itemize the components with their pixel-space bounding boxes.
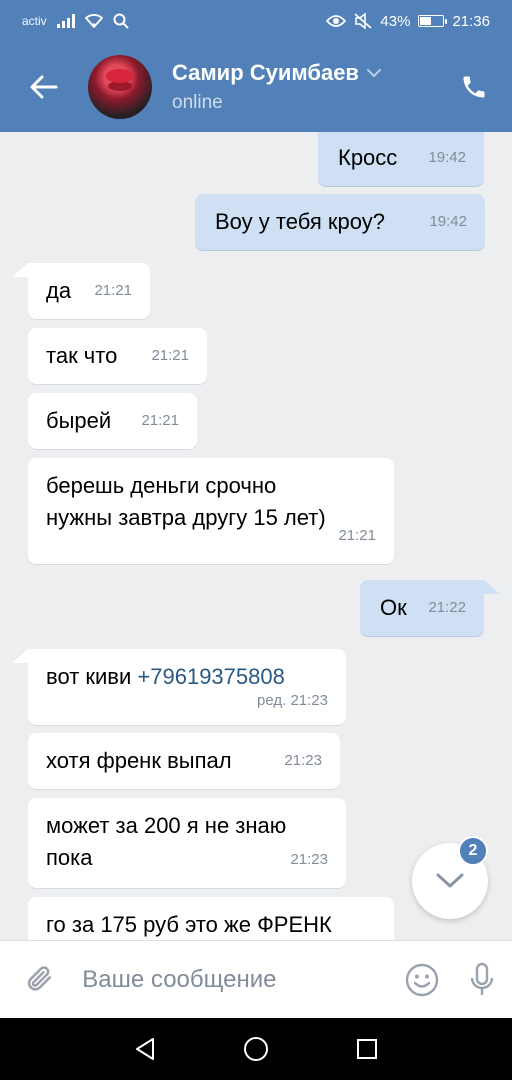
message-time: 19:42 (429, 213, 467, 230)
unread-count-badge: 2 (458, 836, 488, 866)
incoming-message[interactable]: го за 175 руб это же ФРЕНК (28, 897, 394, 940)
system-navigation-bar (0, 1018, 512, 1080)
call-button[interactable] (436, 42, 512, 132)
incoming-message[interactable]: вот киви +79619375808 ред. 21:23 (28, 649, 346, 725)
outgoing-message[interactable]: Кросс 19:42 (318, 132, 484, 186)
microphone-icon (470, 962, 494, 995)
emoji-icon (406, 963, 439, 996)
mute-icon (354, 13, 373, 29)
chevron-down-icon (436, 873, 464, 888)
carrier-label: activ (22, 14, 47, 28)
message-time: 21:22 (428, 599, 466, 616)
message-composer (0, 940, 512, 1019)
message-text: бырей (46, 408, 112, 433)
top-bar: activ 43% 21:36 Самир Суимбаев online (0, 0, 512, 132)
search-icon (113, 13, 129, 29)
battery-icon (418, 15, 448, 27)
message-input[interactable] (82, 940, 393, 1019)
message-time: 21:21 (151, 347, 189, 364)
message-text-line-2: пока (46, 845, 93, 870)
message-time: 19:42 (428, 149, 466, 166)
incoming-message[interactable]: так что 21:21 (28, 328, 207, 384)
message-text: го за 175 руб это же ФРЕНК (46, 912, 332, 937)
status-time: 21:36 (452, 12, 490, 30)
chevron-down-icon (366, 69, 381, 78)
incoming-message[interactable]: берешь деньги срочно нужны завтра другу … (28, 458, 394, 564)
attach-button[interactable] (0, 941, 82, 1019)
paperclip-icon (28, 965, 52, 991)
eye-icon (326, 14, 347, 28)
nav-back-icon[interactable] (134, 1037, 156, 1061)
message-time: 21:21 (141, 412, 179, 429)
chat-header: Самир Суимбаев online (0, 42, 512, 132)
nav-home-icon[interactable] (243, 1036, 269, 1062)
status-bar: activ 43% 21:36 (0, 0, 512, 42)
signal-icon (56, 14, 75, 28)
message-time: ред. 21:23 (257, 692, 328, 709)
back-button[interactable] (0, 42, 88, 132)
wifi-icon (84, 14, 103, 28)
message-text: да (46, 278, 72, 303)
nav-recents-icon[interactable] (356, 1038, 378, 1060)
battery-percent: 43% (380, 12, 411, 30)
incoming-message[interactable]: да 21:21 (28, 263, 150, 319)
avatar[interactable] (88, 55, 152, 119)
back-arrow-icon (30, 75, 58, 99)
message-text: так что (46, 343, 118, 368)
message-text: хотя френк выпал (46, 748, 232, 773)
message-text-line-2: нужны завтра другу 15 лет) (46, 505, 326, 530)
message-text: Ок (380, 595, 407, 620)
contact-status: online (172, 92, 223, 113)
incoming-message[interactable]: может за 200 я не знаю пока 21:23 (28, 798, 346, 888)
incoming-message[interactable]: бырей 21:21 (28, 393, 197, 449)
message-text: Кросс (338, 145, 398, 170)
phone-icon (463, 76, 485, 98)
message-text: вот киви (46, 664, 132, 689)
incoming-message[interactable]: хотя френк выпал 21:23 (28, 733, 340, 789)
message-text: Воу у тебя кроу? (215, 209, 385, 234)
outgoing-message[interactable]: Воу у тебя кроу? 19:42 (195, 194, 485, 250)
outgoing-message[interactable]: Ок 21:22 (360, 580, 484, 636)
message-time: 21:23 (290, 851, 328, 868)
contact-name: Самир Суимбаев (172, 60, 359, 85)
message-time: 21:23 (284, 752, 322, 769)
message-text-line-1: может за 200 я не знаю (46, 813, 287, 838)
emoji-button[interactable] (392, 941, 452, 1019)
contact-info[interactable]: Самир Суимбаев online (172, 60, 381, 114)
voice-message-button[interactable] (452, 941, 512, 1019)
message-list[interactable]: Кросс 19:42 Воу у тебя кроу? 19:42 да 21… (0, 132, 512, 940)
message-time: 21:21 (94, 282, 132, 299)
message-text-line-1: берешь деньги срочно (46, 473, 277, 498)
message-time: 21:21 (338, 527, 376, 544)
